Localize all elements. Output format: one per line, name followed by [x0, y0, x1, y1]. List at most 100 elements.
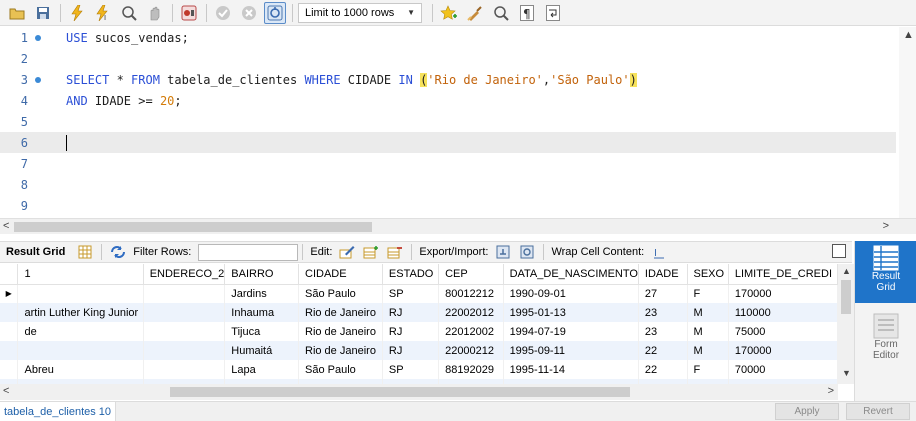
- result-grid-side-button[interactable]: Result Grid: [855, 241, 916, 303]
- table-cell[interactable]: 23: [638, 322, 688, 341]
- table-cell[interactable]: Abreu: [17, 360, 144, 379]
- table-cell[interactable]: 22002012: [438, 303, 504, 322]
- bookmark-icon[interactable]: [438, 2, 460, 24]
- table-cell[interactable]: 170000: [728, 284, 838, 303]
- autocommit-icon[interactable]: [264, 1, 286, 24]
- table-cell[interactable]: 23: [638, 303, 688, 322]
- table-cell[interactable]: M: [687, 303, 729, 322]
- scrollbar-thumb[interactable]: [14, 222, 372, 232]
- table-cell[interactable]: SP: [382, 360, 440, 379]
- table-cell[interactable]: [143, 303, 226, 322]
- table-cell[interactable]: Humaitá: [224, 341, 299, 360]
- table-row[interactable]: Abreu Lapa São Paulo SP 88192029 1995-11-14 22…: [0, 360, 838, 379]
- column-header[interactable]: ENDERECO_2: [143, 264, 226, 285]
- table-row[interactable]: de Tijuca Rio de Janeiro RJ 22012002 1994-07-…: [0, 322, 838, 341]
- open-sql-icon[interactable]: [6, 2, 28, 24]
- table-row[interactable]: Humaitá Rio de Janeiro RJ 22000212 1995-09-1…: [0, 341, 838, 360]
- table-cell[interactable]: 27: [638, 284, 688, 303]
- edit-row-icon[interactable]: [338, 243, 356, 261]
- table-cell[interactable]: São Paulo: [298, 360, 383, 379]
- chevron-left-icon[interactable]: <: [3, 385, 9, 397]
- table-cell[interactable]: 22: [638, 360, 688, 379]
- table-cell[interactable]: [143, 341, 226, 360]
- chevron-up-icon[interactable]: ▲: [842, 266, 851, 276]
- row-marker[interactable]: [0, 360, 19, 379]
- table-cell[interactable]: [17, 284, 144, 303]
- table-cell[interactable]: M: [687, 341, 729, 360]
- add-row-icon[interactable]: [362, 243, 380, 261]
- refresh-icon[interactable]: [109, 243, 127, 261]
- commit-icon[interactable]: [212, 2, 234, 24]
- table-cell[interactable]: 22: [638, 341, 688, 360]
- editor-horizontal-scrollbar[interactable]: < >: [0, 218, 916, 234]
- row-marker[interactable]: [0, 322, 19, 341]
- table-cell[interactable]: 1990-09-01: [503, 284, 639, 303]
- table-cell[interactable]: RJ: [382, 341, 440, 360]
- find-icon[interactable]: [490, 2, 512, 24]
- column-header[interactable]: IDADE: [638, 264, 688, 285]
- grid-horizontal-scrollbar[interactable]: < >: [0, 384, 838, 400]
- table-cell[interactable]: Rio de Janeiro: [298, 303, 383, 322]
- execute-current-icon[interactable]: I: [92, 2, 114, 24]
- table-cell[interactable]: 1995-11-14: [503, 360, 639, 379]
- table-cell[interactable]: 88192029: [438, 360, 504, 379]
- column-header[interactable]: BAIRRO: [224, 264, 299, 285]
- code-line-3[interactable]: SELECT * FROM tabela_de_clientes WHERE C…: [66, 72, 637, 87]
- toggle-continue-icon[interactable]: [178, 2, 200, 24]
- table-cell[interactable]: [143, 284, 226, 303]
- table-row[interactable]: artin Luther King Junior Inhauma Rio de Ja…: [0, 303, 838, 322]
- table-cell[interactable]: RJ: [382, 322, 440, 341]
- result-tab[interactable]: tabela_de_clientes 10: [0, 402, 117, 421]
- column-header[interactable]: LIMITE_DE_CREDI: [728, 264, 838, 285]
- chevron-down-icon[interactable]: ▼: [842, 368, 851, 378]
- table-cell[interactable]: [17, 341, 144, 360]
- rollback-icon[interactable]: [238, 2, 260, 24]
- table-cell[interactable]: Rio de Janeiro: [298, 341, 383, 360]
- beautify-icon[interactable]: [464, 2, 486, 24]
- table-row[interactable]: ▶ Jardins São Paulo SP 80012212 1990-09-01 27 F…: [0, 284, 838, 303]
- export-icon[interactable]: [494, 243, 512, 261]
- table-cell[interactable]: 75000: [728, 322, 838, 341]
- table-cell[interactable]: Inhauma: [224, 303, 299, 322]
- chevron-left-icon[interactable]: <: [3, 220, 9, 232]
- column-header[interactable]: SEXO: [687, 264, 729, 285]
- import-icon[interactable]: [518, 243, 536, 261]
- table-cell[interactable]: 170000: [728, 341, 838, 360]
- table-cell[interactable]: Jardins: [224, 284, 299, 303]
- table-cell[interactable]: Tijuca: [224, 322, 299, 341]
- form-editor-side-button[interactable]: Form Editor: [855, 313, 916, 371]
- scrollbar-thumb[interactable]: [170, 387, 630, 397]
- chevron-up-icon[interactable]: ▲: [903, 29, 914, 41]
- table-cell[interactable]: 1995-09-11: [503, 341, 639, 360]
- table-cell[interactable]: RJ: [382, 303, 440, 322]
- table-cell[interactable]: 70000: [728, 360, 838, 379]
- wrap-icon[interactable]: [542, 2, 564, 24]
- table-cell[interactable]: [143, 360, 226, 379]
- table-cell[interactable]: Lapa: [224, 360, 299, 379]
- table-cell[interactable]: 1994-07-19: [503, 322, 639, 341]
- grid-vertical-scrollbar[interactable]: ▲ ▼: [838, 264, 854, 384]
- filter-rows-input[interactable]: [198, 243, 299, 261]
- table-cell[interactable]: F: [687, 284, 729, 303]
- chevron-right-icon[interactable]: >: [828, 385, 834, 397]
- table-cell[interactable]: Rio de Janeiro: [298, 322, 383, 341]
- row-marker[interactable]: [0, 303, 19, 322]
- column-header[interactable]: DATA_DE_NASCIMENTO: [503, 264, 639, 285]
- scrollbar-thumb[interactable]: [841, 280, 851, 314]
- table-cell[interactable]: de: [17, 322, 144, 341]
- column-header[interactable]: ESTADO: [382, 264, 440, 285]
- stop-icon[interactable]: [144, 2, 166, 24]
- table-cell[interactable]: 1995-01-13: [503, 303, 639, 322]
- table-cell[interactable]: F: [687, 360, 729, 379]
- table-cell[interactable]: artin Luther King Junior: [17, 303, 144, 322]
- table-cell[interactable]: 110000: [728, 303, 838, 322]
- chevron-right-icon[interactable]: >: [883, 220, 889, 232]
- toggle-panel-icon[interactable]: [832, 244, 846, 258]
- sql-editor[interactable]: 1 USE sucos_vendas; 2 3 SELECT * FROM ta…: [0, 27, 916, 218]
- table-cell[interactable]: São Paulo: [298, 284, 383, 303]
- column-header[interactable]: CEP: [438, 264, 504, 285]
- table-cell[interactable]: SP: [382, 284, 440, 303]
- execute-icon[interactable]: [66, 2, 88, 24]
- delete-row-icon[interactable]: [386, 243, 404, 261]
- table-cell[interactable]: 80012212: [438, 284, 504, 303]
